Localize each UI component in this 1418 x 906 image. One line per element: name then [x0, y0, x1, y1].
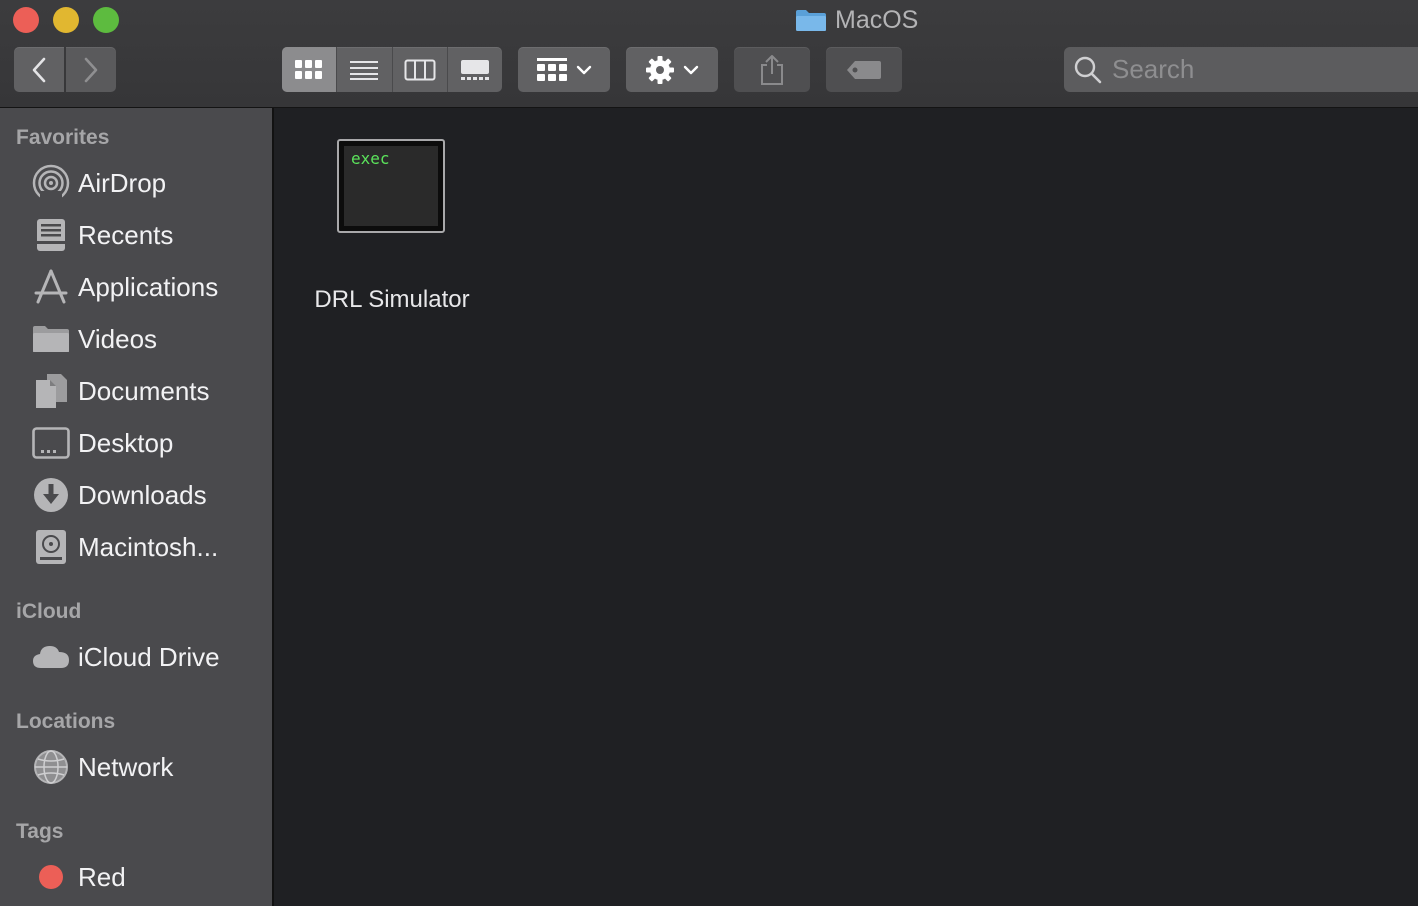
gallery-view-button[interactable] [448, 47, 502, 92]
sidebar-item-label: Red [78, 861, 126, 892]
sidebar-item-label: iCloud Drive [78, 641, 220, 672]
gear-icon [646, 55, 674, 84]
network-globe-icon [32, 748, 70, 786]
sidebar-item-applications[interactable]: Applications [0, 263, 272, 311]
group-by-button[interactable] [518, 47, 610, 92]
gallery-icon [460, 59, 489, 80]
sidebar-item-label: Documents [78, 375, 210, 406]
toolbar: MacOS [0, 0, 1418, 108]
sidebar-item-network[interactable]: Network [0, 743, 272, 791]
folder-icon [32, 320, 70, 358]
sidebar-item-icloud-drive[interactable]: iCloud Drive [0, 633, 272, 681]
chevron-left-icon [32, 57, 46, 82]
documents-icon [32, 372, 70, 410]
sidebar-item-label: Macintosh... [78, 531, 219, 562]
minimize-window-button[interactable] [53, 7, 79, 33]
list-icon [350, 60, 379, 80]
airdrop-icon [32, 164, 70, 202]
columns-icon [404, 59, 436, 80]
sidebar-section-icloud: iCloud [16, 600, 82, 623]
window-title-text: MacOS [835, 5, 919, 34]
sidebar-section-favorites: Favorites [16, 126, 110, 149]
sidebar-item-documents[interactable]: Documents [0, 367, 272, 415]
list-view-button[interactable] [337, 47, 393, 92]
search-icon [1074, 56, 1102, 83]
hard-drive-icon [32, 528, 70, 566]
maximize-window-button[interactable] [93, 7, 119, 33]
file-browser-content: exec DRL Simulator [274, 108, 1418, 906]
sidebar: Favorites AirDrop Recents Applications V… [0, 108, 274, 906]
sidebar-item-downloads[interactable]: Downloads [0, 471, 272, 519]
icon-view-button[interactable] [282, 47, 338, 92]
chevron-down-icon [683, 65, 699, 74]
sidebar-item-label: Downloads [78, 479, 207, 510]
column-view-button[interactable] [393, 47, 448, 92]
sidebar-item-label: Applications [78, 271, 219, 302]
downloads-icon [32, 476, 70, 514]
sidebar-item-tag-red[interactable]: Red [0, 853, 272, 901]
cloud-icon [32, 638, 70, 676]
close-window-button[interactable] [13, 7, 39, 33]
share-button[interactable] [734, 47, 810, 92]
icon-grid-icon [295, 59, 323, 79]
tags-button[interactable] [826, 47, 902, 92]
sidebar-item-airdrop[interactable]: AirDrop [0, 159, 272, 207]
search-field[interactable] [1064, 47, 1418, 92]
sidebar-item-label: Desktop [78, 427, 174, 458]
file-name: DRL Simulator [314, 286, 470, 313]
action-menu-button[interactable] [626, 47, 718, 92]
forward-button[interactable] [66, 47, 116, 92]
finder-window: MacOS Search Favorites AirDrop Recents A… [0, 0, 1418, 906]
sidebar-section-locations: Locations [16, 710, 116, 733]
recents-icon [32, 216, 70, 254]
exec-label: exec [351, 149, 390, 168]
chevron-right-icon [84, 57, 98, 82]
sidebar-item-recents[interactable]: Recents [0, 211, 272, 259]
sidebar-item-macintosh-hd[interactable]: Macintosh... [0, 523, 272, 571]
group-grid-icon [537, 57, 567, 81]
sidebar-item-label: Network [78, 751, 174, 782]
search-input[interactable] [1110, 53, 1394, 86]
file-item[interactable]: exec DRL Simulator [294, 128, 490, 313]
sidebar-item-desktop[interactable]: Desktop [0, 419, 272, 467]
window-title: MacOS [795, 4, 918, 36]
view-mode-control [282, 47, 502, 92]
tag-color-dot-icon [32, 858, 70, 896]
sidebar-item-label: Videos [78, 323, 158, 354]
folder-icon [796, 10, 826, 31]
tag-icon [847, 60, 881, 79]
back-button[interactable] [14, 47, 64, 92]
sidebar-item-label: AirDrop [78, 167, 167, 198]
sidebar-item-videos[interactable]: Videos [0, 315, 272, 363]
chevron-down-icon [576, 65, 592, 74]
share-icon [761, 54, 783, 85]
desktop-icon [32, 424, 70, 462]
sidebar-section-tags: Tags [16, 820, 64, 843]
applications-icon [32, 268, 70, 306]
unix-executable-icon: exec [337, 139, 445, 233]
sidebar-item-label: Recents [78, 219, 174, 250]
